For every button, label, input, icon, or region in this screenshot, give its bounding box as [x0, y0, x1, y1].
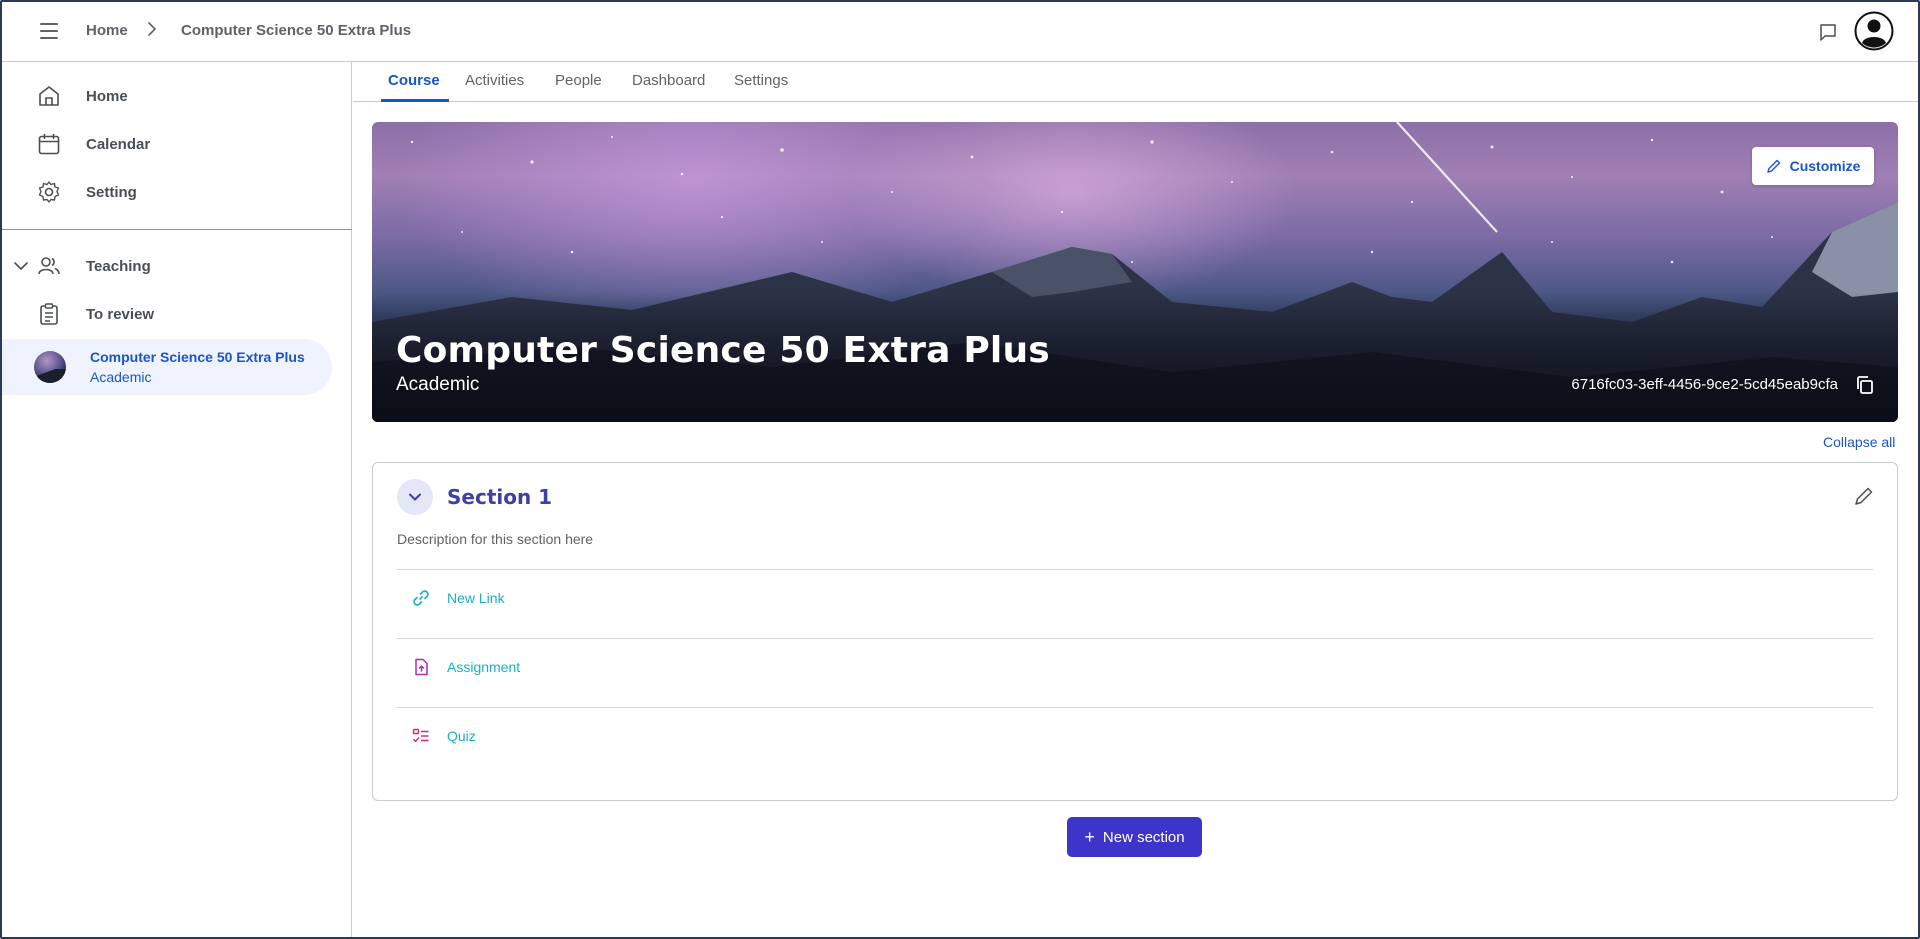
file-upload-icon	[415, 658, 428, 676]
home-icon	[39, 86, 59, 106]
sidebar-item-setting[interactable]: Setting	[0, 170, 330, 214]
sidebar: Home Calendar Setting Teaching To review…	[0, 62, 352, 939]
pencil-icon	[1766, 159, 1780, 173]
sidebar-item-label: Home	[86, 87, 128, 105]
tab-people[interactable]: People	[555, 72, 602, 89]
plus-icon: +	[1084, 827, 1095, 847]
customize-label: Customize	[1789, 158, 1861, 174]
chevron-down-icon[interactable]	[12, 257, 30, 275]
banner-subtitle: Academic	[396, 374, 480, 395]
quiz-list-icon	[412, 728, 429, 743]
sidebar-item-label: Teaching	[86, 257, 151, 275]
course-thumbnail	[34, 351, 66, 383]
top-bar: Home Computer Science 50 Extra Plus	[0, 0, 1920, 62]
calendar-icon	[38, 134, 60, 155]
sidebar-item-label: Calendar	[86, 135, 151, 153]
course-banner: Customize Computer Science 50 Extra Plus…	[372, 122, 1898, 422]
section-description: Description for this section here	[397, 531, 594, 547]
activity-assignment[interactable]: Assignment	[397, 639, 1873, 695]
sidebar-item-label: To review	[86, 305, 155, 323]
tab-activities[interactable]: Activities	[465, 72, 524, 89]
copy-icon[interactable]	[1854, 374, 1876, 396]
breadcrumb-home[interactable]: Home	[86, 22, 128, 39]
activity-new-link[interactable]: New Link	[397, 570, 1873, 626]
clipboard-icon	[40, 303, 58, 325]
sidebar-divider	[0, 229, 352, 230]
section-card: Section 1 Description for this section h…	[372, 462, 1898, 801]
new-section-button[interactable]: + New section	[1067, 817, 1202, 857]
collapse-all-link[interactable]: Collapse all	[1823, 434, 1895, 450]
chat-icon[interactable]	[1816, 20, 1840, 44]
sidebar-course-item[interactable]: Computer Science 50 Extra Plus Academic	[0, 339, 332, 395]
section-title: Section 1	[447, 485, 553, 509]
sidebar-item-to-review[interactable]: To review	[0, 292, 330, 336]
course-subtitle: Academic	[90, 369, 152, 385]
breadcrumb-current[interactable]: Computer Science 50 Extra Plus	[181, 22, 411, 39]
course-tabs: Course Activities People Dashboard Setti…	[353, 62, 1920, 102]
course-code: 6716fc03-3eff-4456-9ce2-5cd45eab9cfa	[1571, 376, 1838, 393]
banner-title: Computer Science 50 Extra Plus	[396, 330, 1050, 371]
tab-dashboard[interactable]: Dashboard	[632, 72, 705, 89]
people-icon	[38, 257, 60, 275]
tab-settings[interactable]: Settings	[734, 72, 788, 89]
gear-icon	[38, 181, 60, 203]
sidebar-item-label: Setting	[86, 183, 137, 201]
sidebar-item-teaching[interactable]: Teaching	[0, 244, 330, 288]
activity-label: Quiz	[447, 728, 476, 744]
activity-label: New Link	[447, 590, 505, 606]
hamburger-menu-icon[interactable]	[36, 18, 62, 44]
new-section-label: New section	[1102, 828, 1185, 846]
course-title: Computer Science 50 Extra Plus	[90, 349, 305, 365]
sidebar-item-home[interactable]: Home	[0, 74, 330, 118]
activity-label: Assignment	[447, 659, 521, 675]
chevron-down-icon	[409, 493, 421, 501]
tab-course[interactable]: Course	[388, 72, 440, 89]
chevron-right-icon	[148, 22, 157, 36]
active-tab-indicator	[381, 99, 449, 102]
user-avatar-icon[interactable]	[1854, 11, 1894, 51]
link-icon	[413, 590, 429, 606]
section-collapse-toggle[interactable]	[397, 479, 433, 515]
pencil-icon[interactable]	[1853, 485, 1875, 507]
customize-button[interactable]: Customize	[1752, 147, 1874, 185]
sidebar-item-calendar[interactable]: Calendar	[0, 122, 330, 166]
activity-quiz[interactable]: Quiz	[397, 708, 1873, 764]
